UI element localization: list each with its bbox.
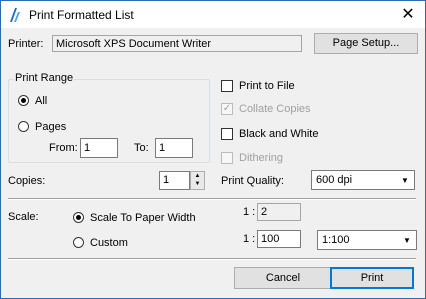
fit-ratio-field: 2 [257, 203, 301, 221]
print-quality-value: 600 dpi [316, 174, 353, 186]
print-formatted-list-dialog: Print Formatted List ✕ Printer: Microsof… [0, 0, 426, 299]
print-quality-label: Print Quality: [221, 175, 284, 187]
checkmark-icon: ✓ [222, 103, 232, 114]
dithering-checkbox[interactable] [221, 152, 233, 164]
copies-spinner[interactable]: ▲ ▼ [190, 171, 205, 190]
to-label: To: [134, 142, 149, 154]
custom-scale-label[interactable]: Custom [90, 237, 128, 250]
title-bar: Print Formatted List ✕ [1, 1, 425, 28]
print-to-file-checkbox[interactable] [221, 80, 233, 92]
spin-down-icon[interactable]: ▼ [191, 180, 204, 188]
chevron-down-icon: ▼ [403, 235, 411, 245]
spin-up-icon[interactable]: ▲ [191, 172, 204, 180]
scale-preset-select[interactable]: 1:100 ▼ [317, 230, 417, 250]
fit-ratio-prefix: 1 : [243, 206, 256, 218]
page-setup-button[interactable]: Page Setup... [314, 33, 418, 54]
close-button[interactable]: ✕ [393, 3, 423, 25]
print-button[interactable]: Print [330, 267, 414, 289]
scale-to-paper-width-radio[interactable] [73, 212, 84, 223]
to-input[interactable]: 1 [155, 138, 193, 158]
custom-ratio-prefix: 1 : [243, 233, 256, 245]
printer-label: Printer: [8, 38, 44, 50]
collate-copies-label: Collate Copies [239, 103, 311, 115]
separator-bottom [8, 258, 416, 260]
pages-label[interactable]: Pages [35, 121, 66, 134]
pages-radio[interactable] [18, 121, 29, 132]
print-to-file-label[interactable]: Print to File [239, 80, 295, 93]
from-input[interactable]: 1 [80, 138, 118, 158]
dithering-label: Dithering [239, 152, 284, 164]
all-radio[interactable] [18, 95, 29, 106]
scale-label: Scale: [8, 211, 39, 223]
separator-top [8, 198, 416, 200]
copies-input[interactable]: 1 [159, 171, 190, 190]
from-label: From: [49, 142, 78, 154]
cancel-button[interactable]: Cancel [234, 267, 332, 289]
black-and-white-label[interactable]: Black and White [239, 128, 318, 141]
custom-scale-input[interactable]: 100 [257, 230, 301, 248]
print-range-title: Print Range [14, 72, 75, 85]
app-icon [10, 8, 20, 22]
scale-to-paper-width-label[interactable]: Scale To Paper Width [90, 212, 196, 225]
printer-name-field: Microsoft XPS Document Writer [52, 35, 302, 52]
close-icon: ✕ [401, 6, 415, 23]
window-title: Print Formatted List [29, 8, 134, 22]
all-label[interactable]: All [35, 95, 47, 108]
scale-preset-value: 1:100 [322, 234, 350, 246]
custom-scale-radio[interactable] [73, 237, 84, 248]
collate-copies-checkbox[interactable]: ✓ [221, 103, 233, 115]
print-quality-select[interactable]: 600 dpi ▼ [311, 170, 415, 190]
chevron-down-icon: ▼ [401, 175, 409, 185]
black-and-white-checkbox[interactable] [221, 128, 233, 140]
copies-label: Copies: [8, 175, 46, 187]
